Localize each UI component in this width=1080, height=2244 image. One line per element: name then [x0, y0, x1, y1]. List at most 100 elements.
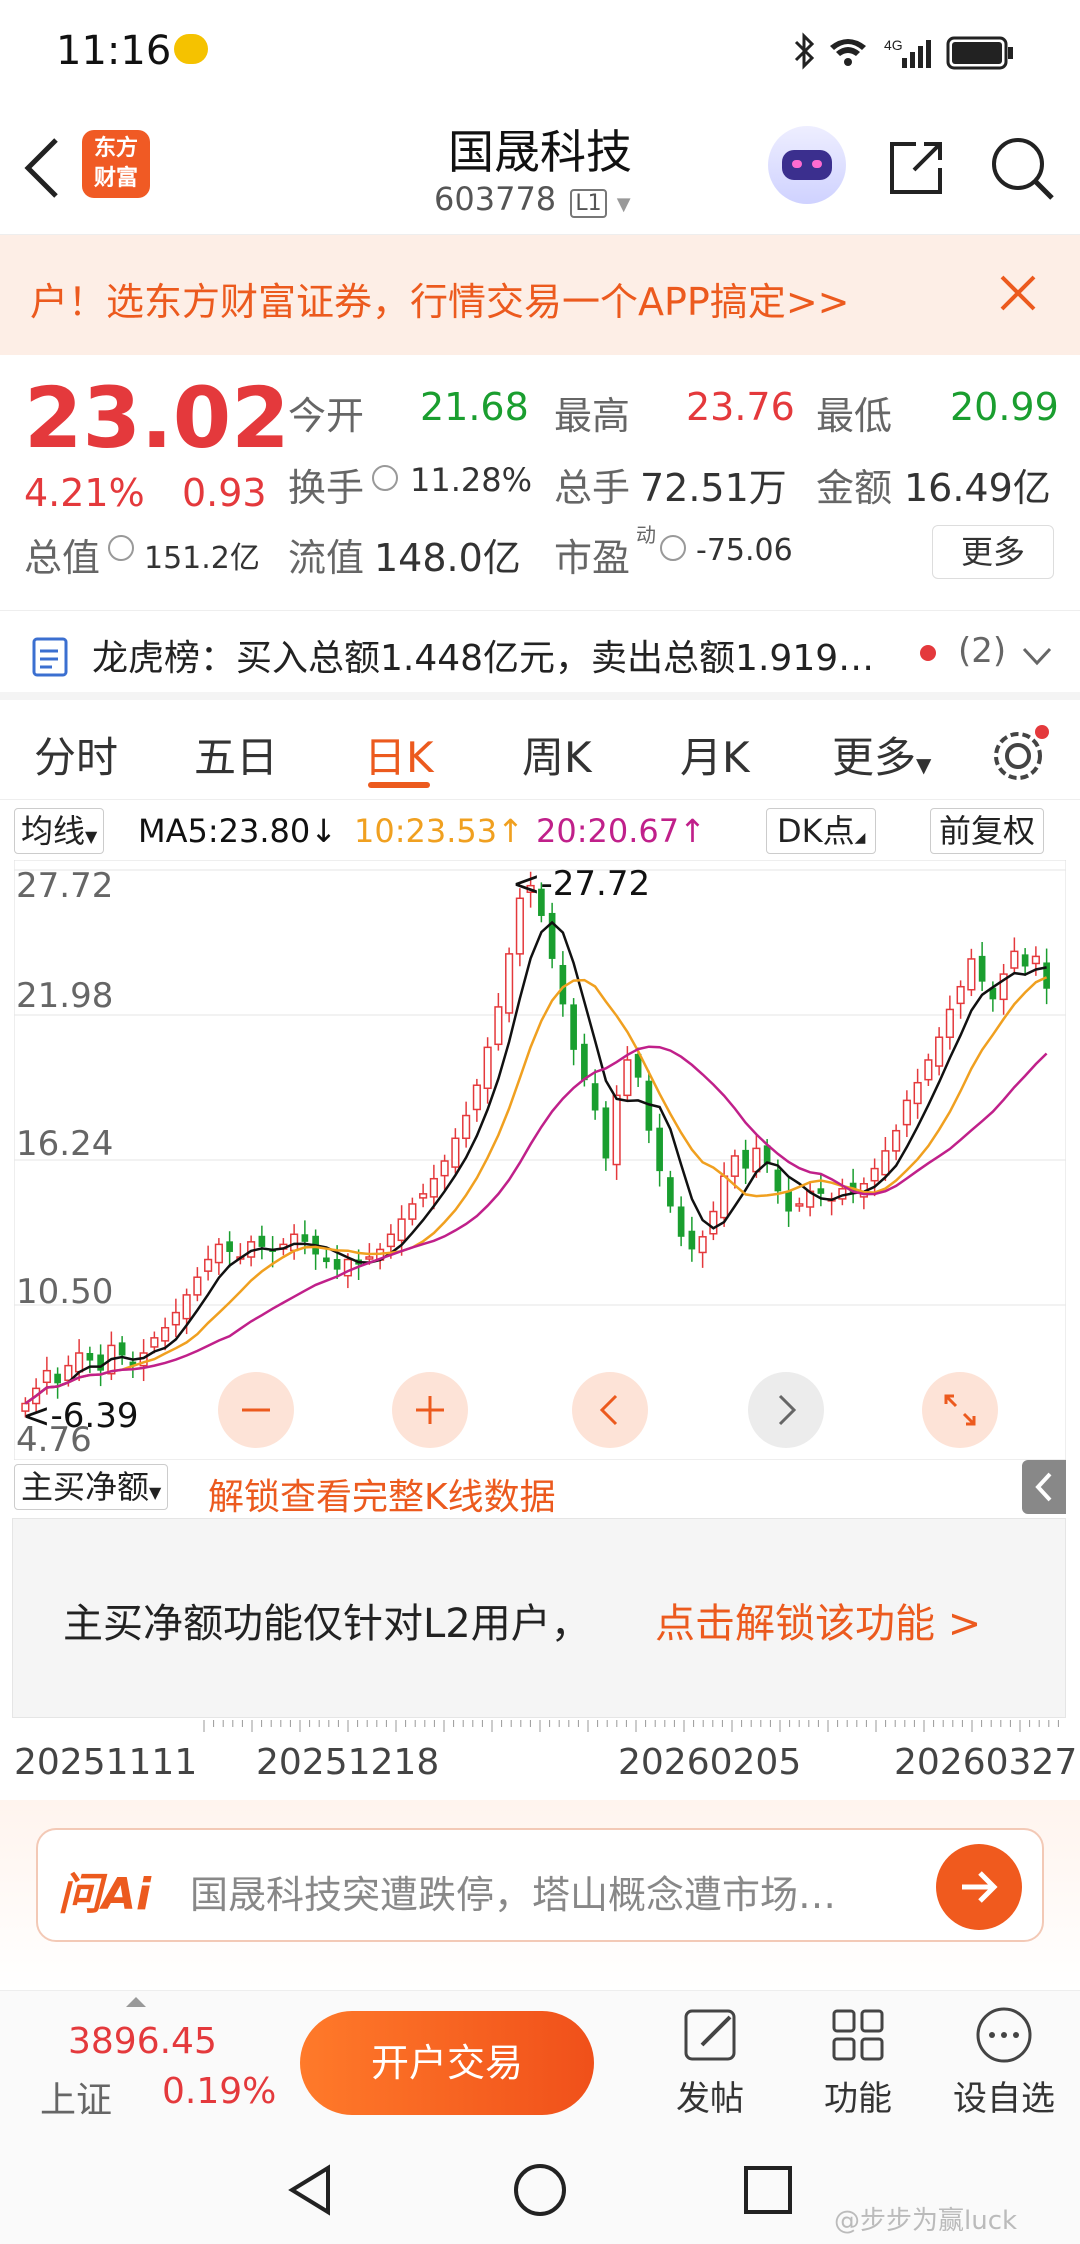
ma20-value: 20:20.67↑ [536, 812, 706, 850]
search-icon[interactable] [988, 134, 1056, 202]
high-value: 23.76 [686, 385, 795, 429]
candle-body [688, 1230, 696, 1250]
ma5-value: MA5:23.80↓ [138, 812, 338, 850]
zoom-in-button[interactable] [392, 1372, 468, 1448]
open-label: 今开 [288, 394, 365, 438]
unlock-feature-link[interactable]: 点击解锁该功能 > [655, 1591, 981, 1649]
sub-indicator-selector[interactable]: 主买净额▼ [14, 1464, 169, 1510]
unlock-kline-link[interactable]: 解锁查看完整K线数据 [208, 1468, 556, 1520]
tab-five-day[interactable]: 五日 [194, 724, 278, 785]
candle-body [483, 1046, 492, 1090]
turnover-label: 换手 [288, 466, 365, 510]
scroll-right-button[interactable] [748, 1372, 824, 1448]
watchlist-label: 设自选 [953, 2079, 1055, 2119]
weibo-icon [174, 34, 208, 64]
info-icon[interactable] [660, 535, 686, 561]
promo-banner[interactable]: 户！选东方财富证券，行情交易一个APP搞定>> [0, 235, 1080, 355]
ai-assistant-icon[interactable] [768, 126, 846, 204]
float-label: 流值 [288, 536, 365, 580]
watermark-text: @步步为赢luck [834, 2206, 1018, 2236]
candle-body [612, 1094, 621, 1166]
candle-body [935, 1036, 944, 1067]
candle-body [709, 1210, 718, 1235]
y-tick-label: 10.50 [16, 1272, 114, 1312]
nav-recents-icon[interactable] [740, 2162, 796, 2218]
promo-text: 户！选东方财富证券，行情交易一个APP搞定>> [30, 280, 850, 324]
unread-dot [920, 645, 936, 661]
chevron-left-icon [1035, 1472, 1052, 1502]
level-badge: L1 [570, 189, 607, 218]
index-pct: 0.19% [162, 2071, 277, 2112]
more-button[interactable]: 更多 [932, 525, 1054, 579]
candle-body [967, 958, 976, 991]
wifi-icon [830, 39, 866, 66]
candle-body [913, 1081, 922, 1105]
change-amt: 0.93 [182, 471, 267, 515]
quote-panel: 23.02 4.21% 0.93 今开 21.68 最高 23.76 最低 20… [0, 355, 1080, 610]
dk-point-button[interactable]: DK点◢ [766, 808, 877, 854]
info-icon[interactable] [372, 465, 398, 491]
last-price: 23.02 [24, 369, 290, 467]
tab-more[interactable]: 更多▼ [832, 724, 931, 785]
ask-ai-input[interactable]: 问Ai 国晟科技突遭跌停，塔山概念遭市场… [36, 1828, 1044, 1942]
app-logo: 东方财富 [82, 130, 150, 198]
indicator-bar: 均线▼ MA5:23.80↓ 10:23.53↑ 20:20.67↑ DK点◢ … [0, 800, 1080, 860]
ma20-line [24, 1045, 1048, 1405]
candle-body [472, 1084, 481, 1111]
chevron-left-icon [599, 1394, 618, 1426]
collapse-button[interactable] [1022, 1460, 1066, 1514]
fullscreen-button[interactable] [922, 1372, 998, 1448]
pe-label: 市盈 [554, 536, 631, 580]
max-price-label: <-27.72 [512, 864, 651, 904]
grid-icon [832, 2009, 884, 2061]
candle-body [451, 1137, 460, 1168]
kline-chart[interactable]: 27.72 21.98 16.24 10.50 4.76 <-27.72 <-6… [14, 860, 1066, 1460]
tab-daily-k[interactable]: 日K [364, 724, 434, 785]
candle-body [64, 1364, 73, 1382]
add-watchlist-button[interactable]: 设自选 [944, 2003, 1064, 2123]
candle-body [752, 1147, 761, 1173]
lhb-text: 龙虎榜：买入总额1.448亿元，卖出总额1.919… [92, 638, 875, 679]
stock-code[interactable]: 603778 L1 ▼ [434, 180, 631, 218]
open-account-trade-button[interactable]: 开户交易 [300, 2011, 594, 2115]
system-nav-bar: @步步为赢luck [0, 2130, 1080, 2244]
ma-selector[interactable]: 均线▼ [14, 808, 105, 854]
function-button[interactable]: 功能 [808, 2003, 908, 2123]
volume-value: 72.51万 [640, 466, 787, 510]
candle-body [548, 912, 556, 959]
period-tabs: 分时 五日 日K 周K 月K 更多▼ [0, 700, 1080, 800]
tab-weekly-k[interactable]: 周K [522, 724, 592, 785]
l2-notice-text: 主买净额功能仅针对L2用户， [63, 1601, 591, 1647]
lhb-count: (2) [958, 631, 1007, 671]
info-icon[interactable] [108, 535, 134, 561]
adjust-button[interactable]: 前复权 [930, 808, 1045, 854]
index-value[interactable]: 3896.45 [68, 2021, 217, 2062]
x-tick-label: 20260327 [894, 1742, 1078, 1783]
expand-icon [944, 1394, 976, 1426]
zoom-out-button[interactable] [218, 1372, 294, 1448]
candle-body [505, 953, 514, 1014]
candle-body [258, 1235, 266, 1247]
close-icon[interactable] [998, 273, 1038, 313]
kline-svg[interactable] [14, 860, 1066, 1460]
caret-down-icon: ▼ [149, 1483, 162, 1502]
y-tick-label: 21.98 [16, 976, 114, 1016]
candle-body [1021, 954, 1029, 967]
back-icon[interactable] [22, 136, 62, 200]
post-button[interactable]: 发帖 [660, 2003, 760, 2123]
status-time: 11:16 [56, 28, 172, 74]
nav-back-icon[interactable] [282, 2162, 338, 2218]
arrow-right-icon [962, 1871, 998, 1903]
lhb-bar[interactable]: 龙虎榜：买入总额1.448亿元，卖出总额1.919… (2) [0, 610, 1080, 700]
nav-home-icon[interactable] [510, 2160, 570, 2220]
settings-gear-icon[interactable] [988, 724, 1050, 786]
ask-ai-send-button[interactable] [936, 1844, 1022, 1930]
candle-body [193, 1276, 202, 1296]
scroll-left-button[interactable] [572, 1372, 648, 1448]
tab-intraday[interactable]: 分时 [34, 724, 118, 785]
candle-body [870, 1167, 879, 1182]
candle-body [333, 1259, 341, 1270]
tab-monthly-k[interactable]: 月K [680, 724, 750, 785]
caret-down-icon: ▼ [916, 753, 932, 777]
share-icon[interactable] [884, 136, 948, 200]
